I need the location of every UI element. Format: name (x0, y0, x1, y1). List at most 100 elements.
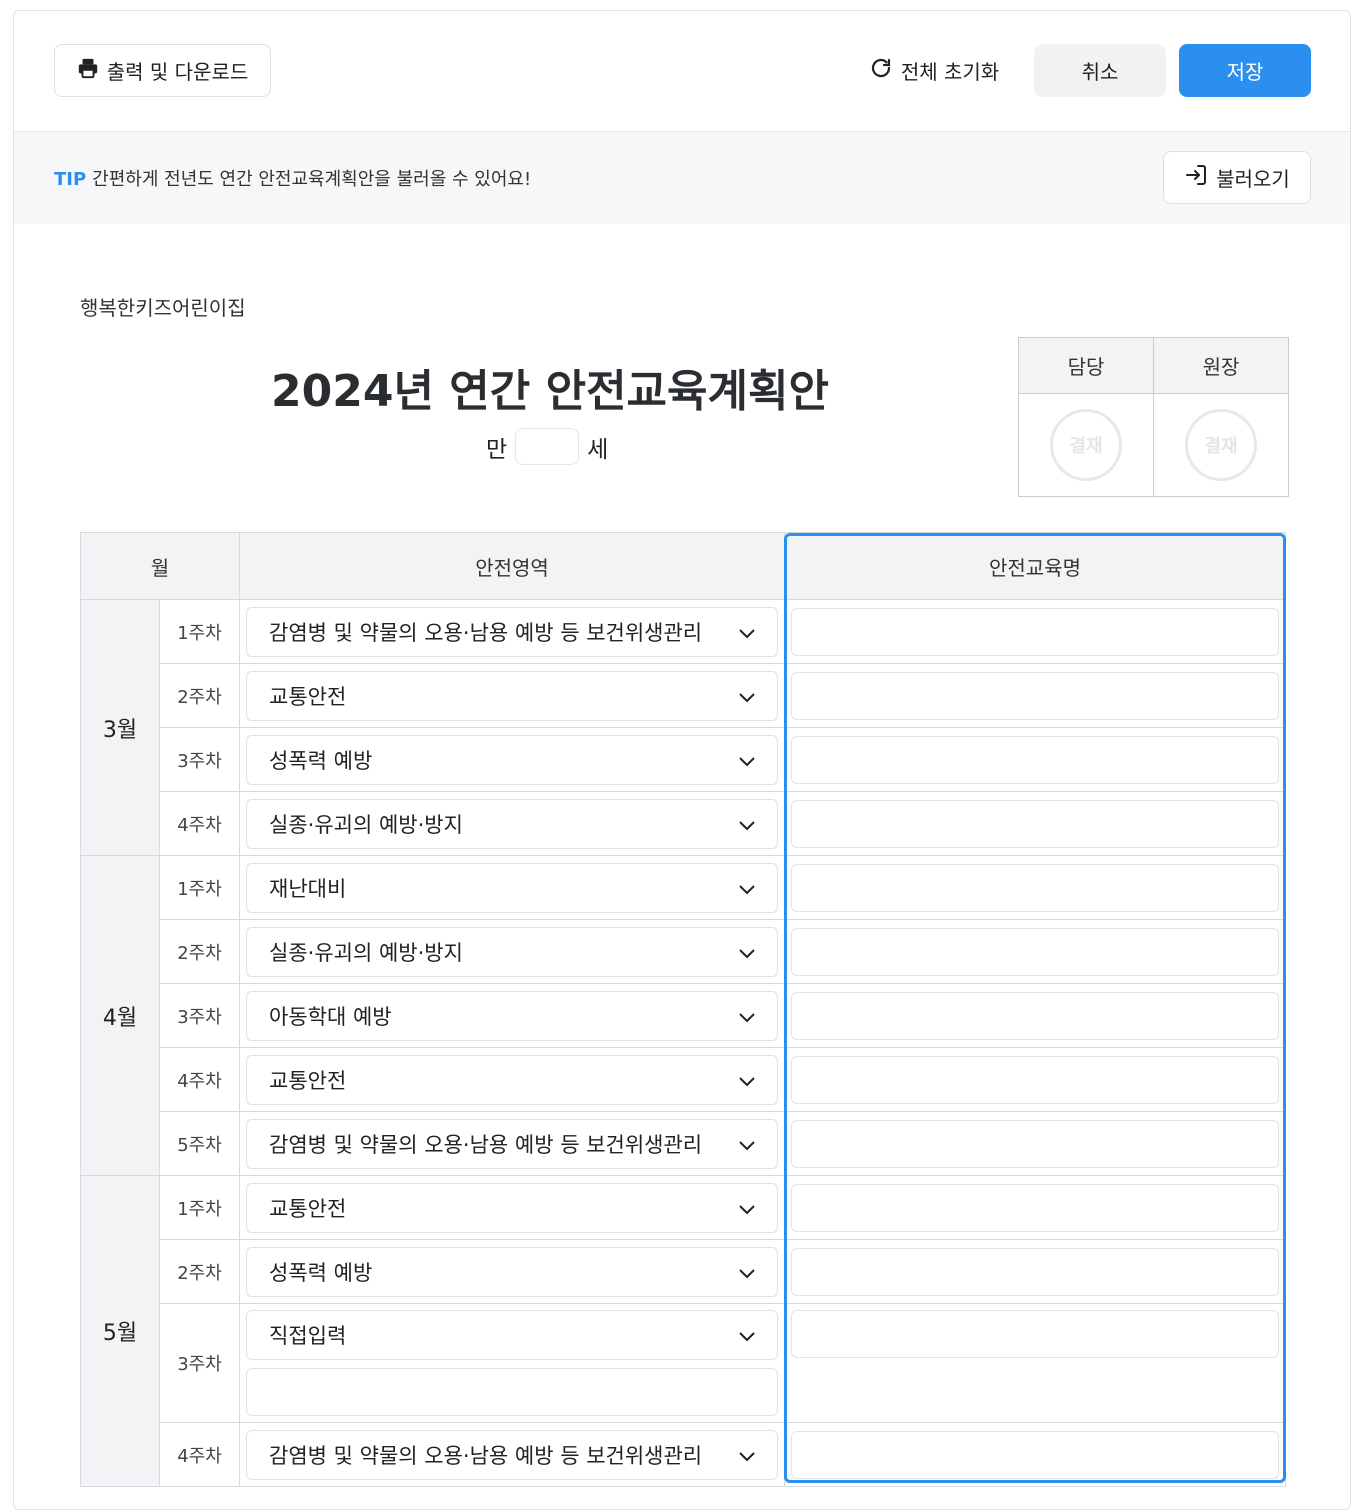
chevron-down-icon (739, 1004, 755, 1028)
safety-area-select[interactable]: 교통안전 (246, 1182, 778, 1233)
load-previous-label: 불러오기 (1216, 167, 1290, 191)
table-row: 5월 1주차 교통안전 (80, 1175, 1286, 1487)
tip-message: 간편하게 전년도 연간 안전교육계획안을 불러올 수 있어요! (92, 169, 532, 190)
chevron-down-icon (739, 876, 755, 900)
chevron-down-icon (739, 1068, 755, 1092)
week-cell: 4주차 (159, 1047, 240, 1112)
header-month: 월 (80, 532, 240, 600)
safety-area-value: 실종·유괴의 예방·방지 (269, 812, 463, 837)
safety-area-select[interactable]: 교통안전 (246, 670, 778, 721)
chevron-down-icon (739, 940, 755, 964)
week-cell: 3주차 (159, 983, 240, 1048)
week-cell: 2주차 (159, 919, 240, 984)
safety-area-value: 감염병 및 약물의 오용·남용 예방 등 보건위생관리 (269, 1443, 703, 1468)
education-name-input[interactable] (791, 1119, 1279, 1168)
safety-area-value: 교통안전 (269, 684, 347, 709)
education-name-input[interactable] (791, 799, 1279, 848)
table-row: 3주차 아동학대 예방 (81, 983, 1286, 1048)
safety-area-value: 감염병 및 약물의 오용·남용 예방 등 보건위생관리 (269, 620, 703, 645)
approval-header-director: 원장 (1153, 337, 1289, 394)
printer-icon (77, 57, 99, 84)
approval-stamp-manager: 결재 (1050, 409, 1122, 481)
age-row: 만 세 (486, 428, 608, 465)
safety-area-value: 성폭력 예방 (269, 1260, 373, 1285)
save-button[interactable]: 저장 (1179, 44, 1311, 97)
header-safety-area: 안전영역 (239, 532, 785, 600)
week-cell: 1주차 (159, 855, 240, 920)
reset-all-label: 전체 초기화 (900, 60, 1000, 84)
approval-stamp-director: 결재 (1185, 409, 1257, 481)
print-download-button[interactable]: 출력 및 다운로드 (54, 44, 271, 97)
toolbar: 출력 및 다운로드 전체 초기화 취소 저장 (14, 11, 1350, 132)
tip-label: TIP (54, 169, 87, 190)
table-row: 3월 1주차 감염병 및 약물의 오용·남용 예방 등 보건위생관리 (80, 599, 1286, 856)
education-name-input[interactable] (791, 927, 1279, 976)
safety-plan-table: 월 안전영역 안전교육명 3월 1주차 감염병 및 약물의 오용·남용 예방 등… (80, 532, 1286, 1487)
table-row: 2주차 성폭력 예방 (81, 1239, 1286, 1304)
cancel-button[interactable]: 취소 (1034, 44, 1166, 97)
safety-area-value: 아동학대 예방 (269, 1004, 392, 1029)
safety-area-select[interactable]: 감염병 및 약물의 오용·남용 예방 등 보건위생관리 (246, 606, 778, 657)
table-row: 4주차 교통안전 (81, 1047, 1286, 1112)
week-cell: 3주차 (159, 727, 240, 792)
education-name-input[interactable] (791, 607, 1279, 656)
education-name-input[interactable] (791, 671, 1279, 720)
table-row: 2주차 교통안전 (81, 663, 1286, 728)
age-prefix: 만 (486, 436, 508, 463)
chevron-down-icon (739, 1196, 755, 1220)
chevron-down-icon (739, 812, 755, 836)
safety-area-select[interactable]: 재난대비 (246, 862, 778, 913)
daycare-name: 행복한키즈어린이집 (80, 296, 246, 320)
safety-area-select[interactable]: 교통안전 (246, 1054, 778, 1105)
safety-area-select[interactable]: 아동학대 예방 (246, 990, 778, 1041)
education-name-input[interactable] (791, 1430, 1279, 1479)
table-row: 4주차 감염병 및 약물의 오용·남용 예방 등 보건위생관리 (81, 1422, 1286, 1487)
safety-area-value: 직접입력 (269, 1324, 347, 1348)
table-row: 3주차 직접입력 (81, 1303, 1286, 1423)
month-cell: 5월 (80, 1175, 160, 1487)
tip-banner: TIP 간편하게 전년도 연간 안전교육계획안을 불러올 수 있어요! 불러오기 (14, 132, 1350, 224)
education-name-input[interactable] (791, 1247, 1279, 1296)
education-name-input[interactable] (791, 1055, 1279, 1104)
week-cell: 1주차 (159, 599, 240, 664)
education-name-input[interactable] (791, 863, 1279, 912)
safety-area-value: 교통안전 (269, 1068, 347, 1093)
age-input[interactable] (515, 428, 580, 465)
custom-area-input[interactable] (246, 1368, 778, 1416)
safety-area-select[interactable]: 실종·유괴의 예방·방지 (246, 926, 778, 977)
refresh-icon (869, 56, 893, 85)
chevron-down-icon (739, 1443, 755, 1467)
chevron-down-icon (739, 1132, 755, 1156)
table-row: 3주차 성폭력 예방 (81, 727, 1286, 792)
education-name-input[interactable] (791, 1310, 1279, 1358)
week-cell: 1주차 (159, 1175, 240, 1240)
age-suffix: 세 (587, 436, 609, 463)
safety-area-select[interactable]: 성폭력 예방 (246, 734, 778, 785)
import-icon (1184, 163, 1208, 192)
education-name-input[interactable] (791, 735, 1279, 784)
month-cell: 3월 (80, 599, 160, 856)
week-cell: 2주차 (159, 663, 240, 728)
table-row: 2주차 실종·유괴의 예방·방지 (81, 919, 1286, 984)
print-download-label: 출력 및 다운로드 (106, 60, 249, 84)
safety-area-select[interactable]: 감염병 및 약물의 오용·남용 예방 등 보건위생관리 (246, 1429, 778, 1480)
week-cell: 4주차 (159, 791, 240, 856)
week-cell: 3주차 (159, 1303, 240, 1423)
tip-text: TIP 간편하게 전년도 연간 안전교육계획안을 불러올 수 있어요! (54, 165, 531, 191)
safety-area-select[interactable]: 감염병 및 약물의 오용·남용 예방 등 보건위생관리 (246, 1118, 778, 1169)
week-cell: 5주차 (159, 1111, 240, 1176)
safety-area-select[interactable]: 실종·유괴의 예방·방지 (246, 798, 778, 849)
chevron-down-icon (739, 684, 755, 708)
page-title: 2024년 연간 안전교육계획안 (271, 366, 829, 417)
table-row: 4주차 실종·유괴의 예방·방지 (81, 791, 1286, 856)
load-previous-button[interactable]: 불러오기 (1163, 151, 1311, 204)
safety-area-select[interactable]: 성폭력 예방 (246, 1246, 778, 1297)
approval-header-manager: 담당 (1018, 337, 1154, 394)
education-name-input[interactable] (791, 991, 1279, 1040)
safety-area-value: 교통안전 (269, 1196, 347, 1221)
safety-area-value: 재난대비 (269, 876, 347, 901)
approval-box: 담당 원장 결재 결재 (1018, 337, 1289, 497)
safety-area-select[interactable]: 직접입력 (246, 1310, 778, 1360)
reset-all-button[interactable]: 전체 초기화 (854, 44, 1014, 97)
education-name-input[interactable] (791, 1183, 1279, 1232)
